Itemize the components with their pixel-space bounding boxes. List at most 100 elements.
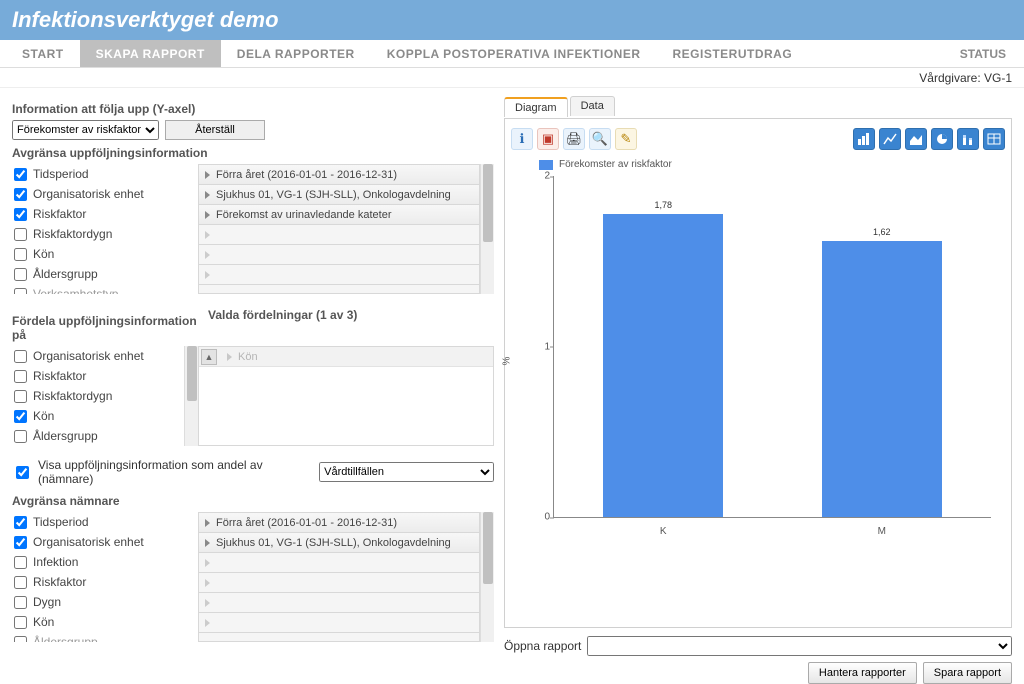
chk-tidsperiod[interactable] xyxy=(14,168,27,181)
report-footer: Öppna rapport Hantera rapporter Spara ra… xyxy=(504,636,1012,684)
legend-label: Förekomster av riskfaktor xyxy=(559,159,672,170)
scrollbar[interactable] xyxy=(480,512,494,642)
chk-label: Infektion xyxy=(33,555,78,569)
detail-row-blank xyxy=(198,244,480,264)
chk-kon[interactable] xyxy=(14,248,27,261)
line-chart-icon[interactable] xyxy=(879,128,901,150)
chk-label: Kön xyxy=(33,409,54,423)
tab-data[interactable]: Data xyxy=(570,96,615,116)
ytick-label: 1 xyxy=(524,341,550,352)
detail-text: Förekomst av urinavledande kateter xyxy=(216,209,391,221)
chart-panel-wrap: Diagram Data ℹ ▣ 🖨 🔍 ✎ xyxy=(504,96,1012,660)
avgr-detail-list: Förra året (2016-01-01 - 2016-12-31) Sju… xyxy=(198,164,480,294)
reset-button[interactable]: Återställ xyxy=(165,120,265,140)
chk-riskfaktordygn[interactable] xyxy=(14,228,27,241)
nav-dela-rapporter[interactable]: DELA RAPPORTER xyxy=(221,40,371,67)
nav-status[interactable]: STATUS xyxy=(948,40,1018,67)
detail-text: Sjukhus 01, VG-1 (SJH-SLL), Onkologavdel… xyxy=(216,189,451,201)
chk-f-riskfaktor[interactable] xyxy=(14,370,27,383)
save-report-button[interactable]: Spara rapport xyxy=(923,662,1012,684)
manage-reports-button[interactable]: Hantera rapporter xyxy=(808,662,917,684)
chk-n-tidsperiod[interactable] xyxy=(14,516,27,529)
area-chart-icon[interactable] xyxy=(905,128,927,150)
nav-koppla[interactable]: KOPPLA POSTOPERATIVA INFEKTIONER xyxy=(371,40,657,67)
chart-toolbar: ℹ ▣ 🖨 🔍 ✎ xyxy=(511,125,1005,153)
detail-row-blank xyxy=(198,572,480,592)
chk-f-aldersgrupp[interactable] xyxy=(14,430,27,443)
bar-value-label: 1,62 xyxy=(873,227,891,237)
bar-chart-icon[interactable] xyxy=(853,128,875,150)
chart-bar: 1,62 xyxy=(822,241,942,517)
detail-row[interactable]: Förra året (2016-01-01 - 2016-12-31) xyxy=(198,164,480,184)
xtick-label: K xyxy=(660,526,667,537)
chk-riskfaktor[interactable] xyxy=(14,208,27,221)
move-up-button[interactable]: ▲ xyxy=(201,349,217,365)
chk-label: Riskfaktor xyxy=(33,369,86,383)
chk-n-infektion[interactable] xyxy=(14,556,27,569)
valda-text: Kön xyxy=(238,351,258,363)
caret-icon xyxy=(227,353,232,361)
chk-n-org-enhet[interactable] xyxy=(14,536,27,549)
scrollbar[interactable] xyxy=(480,164,494,294)
detail-row[interactable]: Förra året (2016-01-01 - 2016-12-31) xyxy=(198,512,480,532)
scrollbar[interactable] xyxy=(184,346,198,446)
chk-f-org-enhet[interactable] xyxy=(14,350,27,363)
avgr-n-title: Avgränsa nämnare xyxy=(12,494,494,508)
avgr-checkbox-list: Tidsperiod Organisatorisk enhet Riskfakt… xyxy=(12,164,198,294)
chk-label: Organisatorisk enhet xyxy=(33,535,144,549)
xtick-label: M xyxy=(878,526,886,537)
edit-icon[interactable]: ✎ xyxy=(615,128,637,150)
chk-label: Organisatorisk enhet xyxy=(33,187,144,201)
caret-icon xyxy=(205,599,210,607)
detail-row[interactable]: Sjukhus 01, VG-1 (SJH-SLL), Onkologavdel… xyxy=(198,184,480,204)
chk-aldersgrupp[interactable] xyxy=(14,268,27,281)
zoom-icon[interactable]: 🔍 xyxy=(589,128,611,150)
detail-row-blank xyxy=(198,552,480,572)
info-icon[interactable]: ℹ xyxy=(511,128,533,150)
detail-row[interactable]: Förekomst av urinavledande kateter xyxy=(198,204,480,224)
chk-n-aldersgrupp[interactable] xyxy=(14,636,27,643)
open-report-select[interactable] xyxy=(587,636,1012,656)
chart-legend: Förekomster av riskfaktor xyxy=(539,159,1005,170)
ytick-label: 2 xyxy=(524,171,550,182)
avgr-n-detail-list: Förra året (2016-01-01 - 2016-12-31) Sju… xyxy=(198,512,480,642)
print-icon[interactable]: 🖨 xyxy=(563,128,585,150)
caret-icon xyxy=(205,619,210,627)
tab-diagram[interactable]: Diagram xyxy=(504,97,568,117)
detail-row[interactable]: Sjukhus 01, VG-1 (SJH-SLL), Onkologavdel… xyxy=(198,532,480,552)
detail-row-blank xyxy=(198,612,480,632)
caret-icon xyxy=(205,231,210,239)
pie-chart-icon[interactable] xyxy=(931,128,953,150)
caret-icon xyxy=(205,579,210,587)
nav-start[interactable]: START xyxy=(6,40,80,67)
detail-row-blank xyxy=(198,224,480,244)
chk-andel[interactable] xyxy=(16,466,29,479)
nav-registerutdrag[interactable]: REGISTERUTDRAG xyxy=(657,40,809,67)
andel-select[interactable]: Vårdtillfällen xyxy=(319,462,494,482)
caret-icon xyxy=(205,539,210,547)
chk-n-riskfaktor[interactable] xyxy=(14,576,27,589)
stacked-bar-icon[interactable] xyxy=(957,128,979,150)
yaxis-select[interactable]: Förekomster av riskfaktor xyxy=(12,120,159,140)
app-title: Infektionsverktyget demo xyxy=(12,7,279,33)
valda-row[interactable]: ▲ Kön xyxy=(199,347,493,367)
main-nav: START SKAPA RAPPORT DELA RAPPORTER KOPPL… xyxy=(0,40,1024,68)
fordela-title: Fördela uppföljningsinformation på xyxy=(12,314,198,342)
detail-text: Förra året (2016-01-01 - 2016-12-31) xyxy=(216,169,397,181)
export-ppt-icon[interactable]: ▣ xyxy=(537,128,559,150)
fordela-checkbox-list: Organisatorisk enhet Riskfaktor Riskfakt… xyxy=(12,346,198,446)
chk-label: Kön xyxy=(33,615,54,629)
chk-verksamhetstyp[interactable] xyxy=(14,288,27,295)
avgr-title: Avgränsa uppföljningsinformation xyxy=(12,146,494,160)
chk-n-dygn[interactable] xyxy=(14,596,27,609)
bar-value-label: 1,78 xyxy=(654,200,672,210)
chk-f-riskfaktordygn[interactable] xyxy=(14,390,27,403)
chk-n-kon[interactable] xyxy=(14,616,27,629)
table-icon[interactable] xyxy=(983,128,1005,150)
app-header: Infektionsverktyget demo xyxy=(0,0,1024,40)
chk-org-enhet[interactable] xyxy=(14,188,27,201)
chk-f-kon[interactable] xyxy=(14,410,27,423)
caret-icon xyxy=(205,559,210,567)
chk-label: Tidsperiod xyxy=(33,167,89,181)
nav-skapa-rapport[interactable]: SKAPA RAPPORT xyxy=(80,40,221,67)
